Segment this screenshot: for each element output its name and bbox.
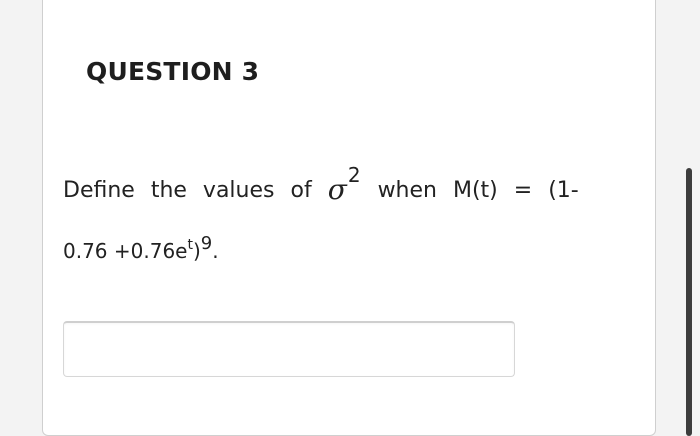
closing-paren: ) xyxy=(192,239,201,263)
question-card: QUESTION 3 Define the values of σ2 when … xyxy=(42,0,656,436)
question-word: of xyxy=(290,178,312,203)
question-text-line-2: 0.76 +0.76et)9. xyxy=(63,233,219,263)
exponent-t: t xyxy=(187,237,193,253)
expression-prefix: 0.76 +0.76e xyxy=(63,239,188,263)
question-word: M(t) xyxy=(452,178,498,203)
exponent-9: 9 xyxy=(200,233,213,254)
answer-input[interactable] xyxy=(63,321,515,377)
question-word: values xyxy=(202,178,275,203)
question-text-line-1: Define the values of σ2 when M(t) = (1- xyxy=(63,163,603,206)
sigma-symbol: σ xyxy=(327,173,347,206)
question-word: (1- xyxy=(548,178,579,203)
sigma-exponent: 2 xyxy=(347,163,361,187)
question-title: QUESTION 3 xyxy=(86,57,260,86)
question-word: the xyxy=(150,178,187,203)
period: . xyxy=(212,239,219,263)
question-word: when xyxy=(377,178,437,203)
question-word: = xyxy=(513,178,533,203)
page: QUESTION 3 Define the values of σ2 when … xyxy=(0,0,700,436)
scrollbar[interactable] xyxy=(686,168,692,436)
question-word: Define xyxy=(63,178,135,203)
